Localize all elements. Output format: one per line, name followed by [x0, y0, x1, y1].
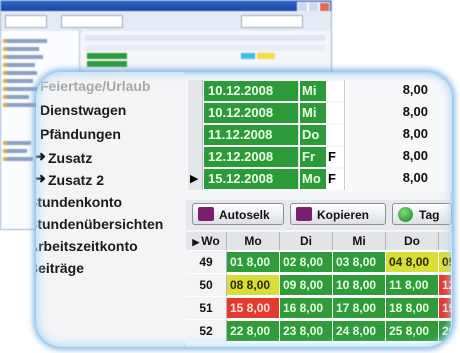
background-title-bar	[1, 1, 331, 12]
date-cell: 11.12.2008	[204, 125, 299, 145]
flag-cell: F	[326, 169, 346, 189]
background-combo[interactable]	[5, 15, 47, 28]
calendar-icon	[198, 207, 214, 221]
table-row[interactable]: 10.12.2008 Mi 8,00	[186, 80, 452, 102]
nav-item-holidays[interactable]: Feiertage/Urlaub	[40, 78, 150, 94]
current-row-icon: ▶	[192, 237, 200, 247]
day-cell[interactable]: 04 8,00	[386, 252, 439, 272]
day-cell[interactable]: 09 8,00	[280, 275, 333, 295]
daily-grid: 10.12.2008 Mi 8,00 10.12.2008 Mi 8,00 11…	[186, 80, 452, 192]
week-grid: ▶ Wo Mo Di Mi Do 49 01 8,00 02 8,00 03 8,…	[186, 232, 452, 347]
weekday-cell: Fr	[300, 147, 326, 167]
arrow-icon: ➜	[36, 170, 46, 186]
date-cell: 15.12.2008	[204, 169, 299, 189]
day-cell[interactable]: 24 8,00	[333, 321, 386, 341]
day-col-header	[439, 232, 452, 250]
magnified-view: Feiertage/Urlaub Dienstwagen Pfändungen …	[36, 72, 452, 347]
day-label: Tag	[419, 208, 440, 222]
nav-item-hour-overview[interactable]: Stundenübersichten	[36, 216, 163, 232]
flag-cell	[326, 81, 346, 101]
autoselect-button[interactable]: Autoselk	[192, 203, 284, 225]
nav-item-company-car[interactable]: Dienstwagen	[40, 102, 126, 118]
day-cell[interactable]: 18 8,00	[386, 298, 439, 318]
green-circle-icon	[398, 207, 413, 222]
day-cell[interactable]: 19	[439, 298, 452, 318]
nav-item-extra-2-label: Zusatz 2	[48, 172, 105, 188]
hours-cell: 8,00	[402, 148, 428, 163]
background-toolbar	[1, 11, 331, 32]
weekday-cell: Do	[300, 125, 326, 145]
table-row: 50 08 8,00 09 8,00 10 8,00 11 8,00 12	[186, 274, 452, 296]
hours-cell: 8,00	[402, 104, 428, 119]
flag-cell	[326, 103, 346, 123]
nav-item-garnishments[interactable]: Pfändungen	[40, 126, 121, 142]
day-cell[interactable]: 01 8,00	[227, 252, 280, 272]
copy-button[interactable]: Kopieren	[290, 203, 386, 225]
weekday-cell: Mo	[300, 169, 326, 189]
hours-cell: 8,00	[402, 170, 428, 185]
nav-item-extra[interactable]: ➜ Zusatz	[36, 148, 93, 166]
row-selector[interactable]	[188, 80, 203, 102]
nav-item-work-time-account[interactable]: Arbeitszeitkonto	[36, 238, 138, 254]
hours-cell: 8,00	[402, 82, 428, 97]
background-combo[interactable]	[61, 15, 123, 28]
autoselect-label: Autoselk	[219, 208, 270, 222]
row-selector[interactable]	[188, 146, 203, 168]
flag-cell: F	[326, 147, 346, 167]
weekday-cell: Mi	[300, 81, 326, 101]
date-cell: 10.12.2008	[204, 81, 299, 101]
day-cell[interactable]: 02 8,00	[280, 252, 333, 272]
day-cell[interactable]: 25 8,00	[386, 321, 439, 341]
navigation-list: Feiertage/Urlaub Dienstwagen Pfändungen …	[36, 72, 184, 347]
copy-label: Kopieren	[317, 208, 370, 222]
day-col-header: Mi	[333, 232, 386, 250]
day-cell[interactable]: 15 8,00	[227, 298, 280, 318]
date-cell: 10.12.2008	[204, 103, 299, 123]
day-cell[interactable]: 05	[439, 252, 452, 272]
day-cell[interactable]: 23 8,00	[280, 321, 333, 341]
week-number: 49	[186, 251, 227, 273]
current-row-icon: ▶	[190, 173, 199, 185]
nav-item-extra-label: Zusatz	[48, 150, 93, 166]
day-cell[interactable]: 12	[439, 275, 452, 295]
table-row[interactable]: 12.12.2008 Fr F 8,00	[186, 146, 452, 168]
background-combo[interactable]	[241, 15, 303, 28]
table-row-current[interactable]: ▶ 15.12.2008 Mo F 8,00	[186, 168, 452, 190]
nav-item-hour-account[interactable]: Stundenkonto	[36, 194, 122, 210]
weekday-cell: Mi	[300, 103, 326, 123]
day-col-header: Do	[386, 232, 439, 250]
day-cell[interactable]: 03 8,00	[333, 252, 386, 272]
table-row: 51 15 8,00 16 8,00 17 8,00 18 8,00 19	[186, 297, 452, 319]
week-number: 50	[186, 274, 227, 296]
day-cell[interactable]: 10 8,00	[333, 275, 386, 295]
day-cell[interactable]: 22 8,00	[227, 321, 280, 341]
day-cell[interactable]: 11 8,00	[386, 275, 439, 295]
day-cell[interactable]: 16 8,00	[280, 298, 333, 318]
table-row: 52 22 8,00 23 8,00 24 8,00 25 8,00 26	[186, 320, 452, 342]
day-cell[interactable]: 08 8,00	[227, 275, 280, 295]
hours-cell: 8,00	[402, 126, 428, 141]
row-selector[interactable]: ▶	[188, 168, 203, 190]
table-row: 49 01 8,00 02 8,00 03 8,00 04 8,00 05	[186, 251, 452, 273]
day-col-header: Di	[280, 232, 333, 250]
arrow-icon: ➜	[36, 148, 46, 164]
day-cell[interactable]: 26	[439, 321, 452, 341]
week-number: 51	[186, 297, 227, 319]
nav-item-extra-2[interactable]: ➜ Zusatz 2	[36, 170, 105, 188]
date-cell: 12.12.2008	[204, 147, 299, 167]
row-selector[interactable]	[188, 124, 203, 146]
day-col-header: Mo	[227, 232, 280, 250]
week-number: 52	[186, 320, 227, 342]
calendar-icon	[296, 207, 312, 221]
grid-toolbar: Autoselk Kopieren Tag	[186, 200, 452, 230]
nav-item-contributions[interactable]: Beiträge	[36, 260, 84, 276]
day-button[interactable]: Tag	[392, 203, 452, 225]
table-row[interactable]: 11.12.2008 Do 8,00	[186, 124, 452, 146]
table-row[interactable]: 10.12.2008 Mi 8,00	[186, 102, 452, 124]
row-selector[interactable]	[188, 102, 203, 124]
day-cell[interactable]: 17 8,00	[333, 298, 386, 318]
flag-cell	[326, 125, 346, 145]
week-col-header: ▶ Wo	[186, 232, 227, 250]
